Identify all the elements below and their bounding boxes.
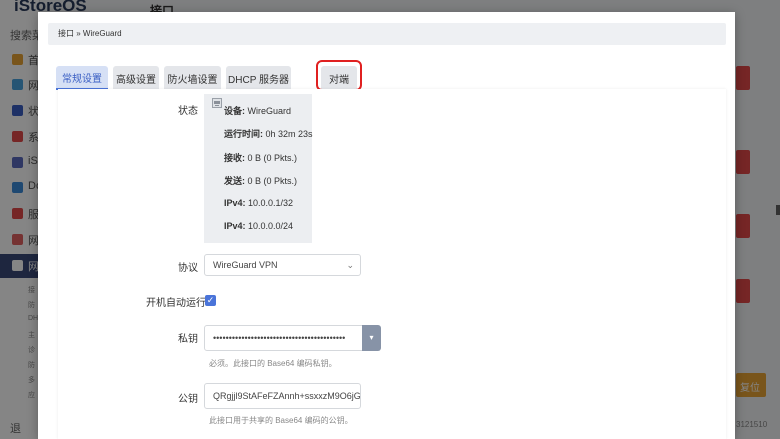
peers-tab-highlight bbox=[316, 60, 362, 91]
breadcrumb: 接口 » WireGuard bbox=[48, 23, 726, 45]
status-label: 状态 bbox=[178, 106, 198, 117]
tab-advanced-settings[interactable]: 高级设置 bbox=[113, 66, 159, 90]
interface-edit-modal: 接口 » WireGuard 常规设置 高级设置 防火墙设置 DHCP 服务器 … bbox=[38, 12, 735, 439]
status-transmitted: 发送: 0 B (0 Pkts.) bbox=[224, 176, 298, 186]
public-key-hint: 此接口用于共享的 Base64 编码的公钥。 bbox=[209, 416, 353, 425]
tab-general-settings[interactable]: 常规设置 bbox=[56, 66, 108, 90]
tab-dhcp-server[interactable]: DHCP 服务器 bbox=[226, 66, 291, 90]
private-key-hint: 必须。此接口的 Base64 编码私钥。 bbox=[209, 359, 337, 368]
status-device: 设备: WireGuard bbox=[224, 106, 292, 116]
network-device-icon bbox=[212, 98, 222, 108]
page-scrollbar-thumb[interactable] bbox=[776, 205, 780, 215]
checkmark-icon: ✓ bbox=[206, 295, 215, 305]
status-received: 接收: 0 B (0 Pkts.) bbox=[224, 153, 298, 163]
status-uptime: 运行时间: 0h 32m 23s bbox=[224, 129, 313, 139]
tab-firewall-settings[interactable]: 防火墙设置 bbox=[164, 66, 221, 90]
autostart-label: 开机自动运行 bbox=[146, 298, 206, 309]
general-settings-panel bbox=[58, 89, 726, 439]
public-key-label: 公钥 bbox=[178, 394, 198, 405]
chevron-down-icon: ⌄ bbox=[346, 260, 354, 270]
private-key-label: 私钥 bbox=[178, 334, 198, 345]
public-key-input[interactable]: QRgjjl9StAFeFZAnnh+ssxxzM9O6jGI bbox=[204, 383, 361, 409]
autostart-checkbox[interactable]: ✓ bbox=[205, 295, 216, 306]
reveal-password-button[interactable]: ▾ bbox=[362, 325, 381, 351]
status-ipv4-subnet: IPv4: 10.0.0.0/24 bbox=[224, 221, 294, 231]
protocol-select[interactable]: WireGuard VPN ⌄ bbox=[204, 254, 361, 276]
caret-down-icon: ▾ bbox=[369, 333, 374, 342]
protocol-label: 协议 bbox=[178, 263, 198, 274]
status-ipv4-address: IPv4: 10.0.0.1/32 bbox=[224, 198, 294, 208]
private-key-input[interactable]: ••••••••••••••••••••••••••••••••••••••••… bbox=[204, 325, 363, 351]
